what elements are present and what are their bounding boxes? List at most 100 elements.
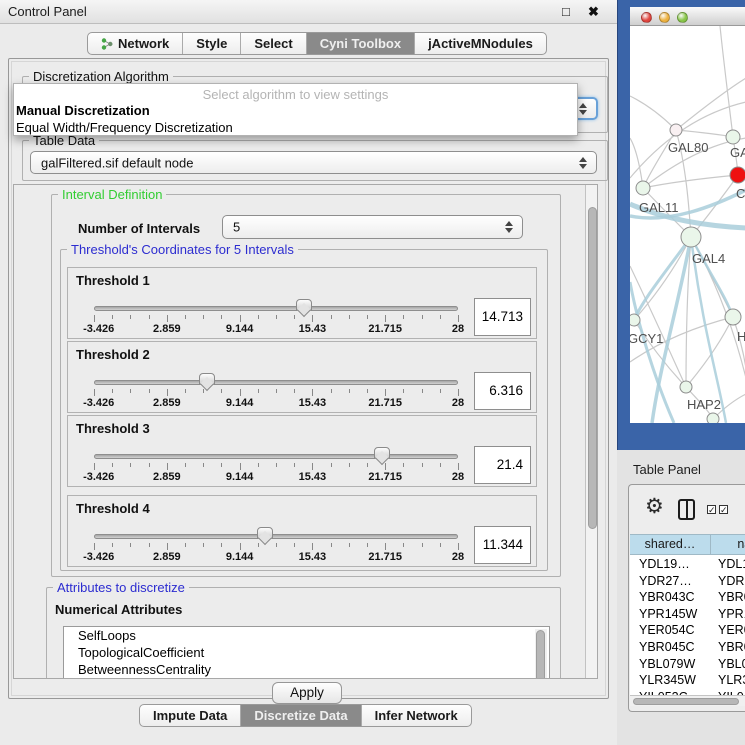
network-graph: GAL80GACGAL11GAL4GCY1HHAP2 bbox=[630, 26, 745, 423]
slider-thumb[interactable] bbox=[296, 299, 312, 311]
apply-button[interactable]: Apply bbox=[272, 682, 342, 704]
tab-select[interactable]: Select bbox=[240, 33, 305, 54]
slider-thumb[interactable] bbox=[199, 373, 215, 385]
settings-scroll-viewport: Interval Definition Number of Intervals … bbox=[13, 184, 598, 679]
table-hscrollbar-thumb[interactable] bbox=[633, 698, 739, 705]
table-cell: YDL1 bbox=[712, 556, 745, 573]
slider-thumb[interactable] bbox=[257, 527, 273, 539]
network-node[interactable] bbox=[707, 413, 719, 423]
settings-scrollbar-thumb[interactable] bbox=[588, 207, 597, 529]
network-view-canvas[interactable]: GAL80GACGAL11GAL4GCY1HHAP2 bbox=[630, 26, 745, 423]
table-cell: YBR043C bbox=[630, 589, 712, 606]
slider-ticks bbox=[94, 389, 458, 397]
table-row[interactable]: YLR345WYLR3 bbox=[630, 672, 745, 689]
attribute-list-item[interactable]: TopologicalCoefficient bbox=[64, 644, 549, 661]
network-edge bbox=[686, 317, 733, 387]
close-window-icon[interactable]: ✖ bbox=[588, 4, 599, 20]
tab-network[interactable]: Network bbox=[88, 33, 182, 54]
network-edge bbox=[630, 138, 643, 188]
tab-label: Discretize Data bbox=[254, 708, 347, 723]
table-row[interactable]: YDL19…YDL1 bbox=[630, 556, 745, 573]
slider-tick-labels: -3.4262.8599.14415.4321.71528 bbox=[94, 471, 458, 483]
tab-impute-data[interactable]: Impute Data bbox=[140, 705, 240, 726]
attributes-to-discretize-group: Attributes to discretize Numerical Attri… bbox=[46, 587, 561, 679]
table-row[interactable]: YBR045CYBR0 bbox=[630, 639, 745, 656]
threshold-value-field[interactable]: 14.713 bbox=[474, 298, 531, 336]
network-node[interactable] bbox=[630, 314, 640, 326]
dropdown-placeholder-item[interactable]: Select algorithm to view settings bbox=[14, 84, 577, 102]
network-node[interactable] bbox=[726, 130, 740, 144]
table-row[interactable]: YPR145WYPR1 bbox=[630, 606, 745, 623]
table-row[interactable]: YDR27…YDR2 bbox=[630, 573, 745, 590]
network-node-label: GCY1 bbox=[630, 331, 663, 346]
column-layout-icon[interactable] bbox=[678, 499, 695, 520]
checkbox-icon[interactable] bbox=[707, 505, 716, 514]
float-window-icon[interactable]: □ bbox=[562, 4, 570, 19]
attributes-list-scrollbar[interactable] bbox=[535, 629, 547, 679]
tab-label: jActiveMNodules bbox=[428, 36, 533, 51]
table-horizontal-scrollbar[interactable] bbox=[630, 695, 745, 706]
slider-track[interactable] bbox=[94, 306, 458, 311]
network-node[interactable] bbox=[730, 167, 745, 183]
network-edge bbox=[676, 78, 745, 130]
zoom-traffic-light-icon[interactable] bbox=[677, 12, 688, 23]
threshold-value-field[interactable]: 6.316 bbox=[474, 372, 531, 410]
minimize-traffic-light-icon[interactable] bbox=[659, 12, 670, 23]
table-cell: YBL079W bbox=[630, 656, 712, 673]
attributes-scrollbar-thumb[interactable] bbox=[536, 630, 545, 679]
table-cell: YPR145W bbox=[630, 606, 712, 623]
close-traffic-light-icon[interactable] bbox=[641, 12, 652, 23]
table-cell: YBR0 bbox=[712, 589, 745, 606]
tab-cyni-toolbox[interactable]: Cyni Toolbox bbox=[306, 33, 414, 54]
network-node-label: HAP2 bbox=[687, 397, 721, 412]
table-data-combobox[interactable]: galFiltered.sif default node bbox=[30, 151, 597, 174]
number-of-intervals-spinner[interactable]: 5 bbox=[222, 215, 523, 239]
control-panel-window: Control Panel □ ✖ NetworkStyleSelectCyni… bbox=[0, 0, 617, 745]
network-node-label: GAL11 bbox=[639, 200, 679, 215]
table-row[interactable]: YBL079WYBL0 bbox=[630, 656, 745, 673]
checkbox-icon[interactable] bbox=[719, 505, 728, 514]
tab-infer-network[interactable]: Infer Network bbox=[361, 705, 471, 726]
tab-label: Network bbox=[118, 36, 169, 51]
attribute-list-item[interactable]: SelfLoops bbox=[64, 627, 549, 644]
network-node[interactable] bbox=[670, 124, 682, 136]
table-column-header[interactable]: name bbox=[711, 534, 745, 555]
network-node[interactable] bbox=[725, 309, 741, 325]
table-column-header[interactable]: shared… bbox=[630, 534, 711, 555]
threshold-value-field[interactable]: 11.344 bbox=[474, 526, 531, 564]
slider-tick-labels: -3.4262.8599.14415.4321.71528 bbox=[94, 551, 458, 563]
tab-discretize-data[interactable]: Discretize Data bbox=[240, 705, 360, 726]
node-attribute-table: shared…name YDL19…YDL1YDR27…YDR2YBR043CY… bbox=[630, 534, 745, 695]
slider-track[interactable] bbox=[94, 534, 458, 539]
network-icon bbox=[101, 37, 113, 51]
table-header-row: shared…name bbox=[630, 534, 745, 555]
network-edge bbox=[630, 96, 676, 130]
table-body: YDL19…YDL1YDR27…YDR2YBR043CYBR0YPR145WYP… bbox=[630, 556, 745, 695]
slider-track[interactable] bbox=[94, 454, 458, 459]
table-row[interactable]: YER054CYER0 bbox=[630, 622, 745, 639]
table-cell: YBL0 bbox=[712, 656, 745, 673]
network-node[interactable] bbox=[681, 227, 701, 247]
attribute-list-item[interactable]: BetweennessCentrality bbox=[64, 661, 549, 678]
bottom-tab-bar: Impute Data Discretize Data Infer Network bbox=[139, 704, 472, 727]
table-row[interactable]: YBR043CYBR0 bbox=[630, 589, 745, 606]
slider-track[interactable] bbox=[94, 380, 458, 385]
network-edge-thick bbox=[630, 282, 674, 423]
table-cell: YER054C bbox=[630, 622, 712, 639]
slider-thumb[interactable] bbox=[374, 447, 390, 459]
gear-icon[interactable]: ⚙ bbox=[645, 495, 664, 519]
network-node[interactable] bbox=[636, 181, 650, 195]
table-cell: YDR2 bbox=[712, 573, 745, 590]
dropdown-option-manual[interactable]: Manual Discretization bbox=[14, 102, 577, 119]
table-cell: YDL19… bbox=[630, 556, 712, 573]
tab-style[interactable]: Style bbox=[182, 33, 240, 54]
threshold-value-field[interactable]: 21.4 bbox=[474, 446, 531, 484]
settings-vertical-scrollbar[interactable] bbox=[585, 185, 598, 679]
tab-jactivemnodules[interactable]: jActiveMNodules bbox=[414, 33, 546, 54]
tab-label: Select bbox=[254, 36, 292, 51]
network-node[interactable] bbox=[680, 381, 692, 393]
dropdown-option-equal-width[interactable]: Equal Width/Frequency Discretization bbox=[14, 119, 577, 136]
number-of-intervals-label: Number of Intervals bbox=[78, 221, 200, 236]
table-data-combobox-value: galFiltered.sif default node bbox=[41, 155, 193, 170]
threshold-panel-4: Threshold 4-3.4262.8599.14415.4321.71528… bbox=[67, 495, 537, 567]
